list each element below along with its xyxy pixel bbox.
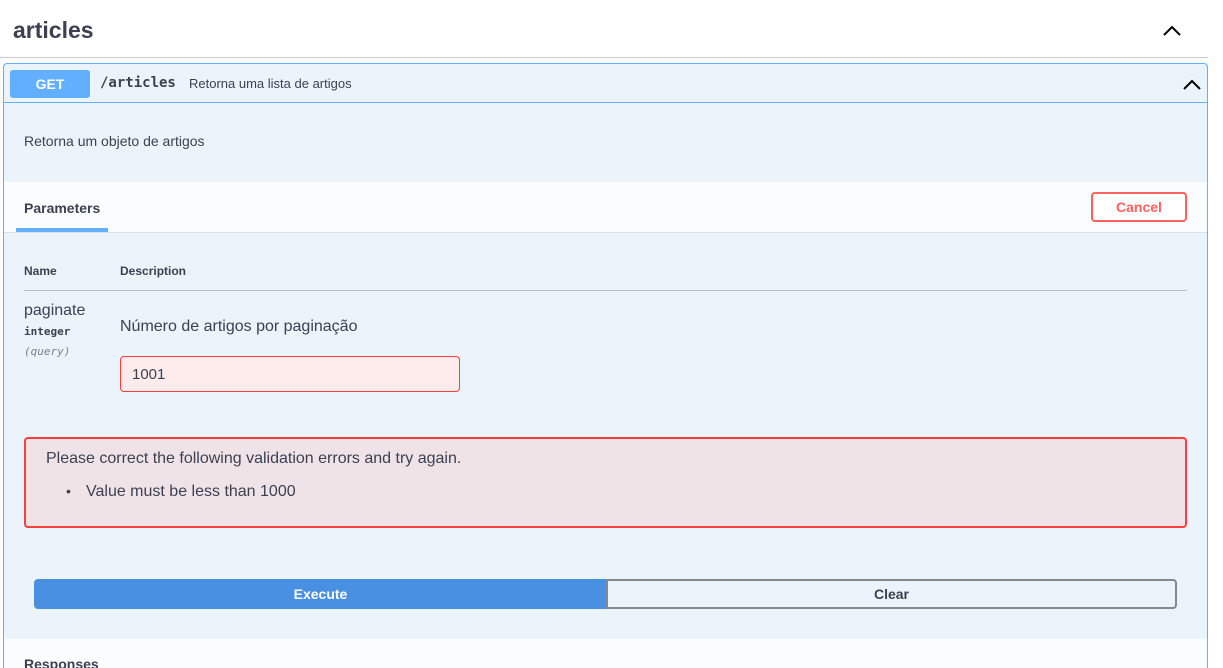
column-divider <box>24 290 1187 291</box>
chevron-up-icon[interactable] <box>1160 20 1184 42</box>
validation-error-item: Value must be less than 1000 <box>66 483 296 501</box>
tag-header[interactable]: articles <box>0 0 1208 58</box>
parameter-description: Número de artigos por paginação <box>120 318 358 335</box>
clear-button[interactable]: Clear <box>606 579 1177 609</box>
operation-summary-text: Retorna uma lista de artigos <box>189 76 352 91</box>
column-header-name: Name <box>24 264 57 278</box>
operation-block: GET /articles Retorna uma lista de artig… <box>3 63 1208 668</box>
cancel-button[interactable]: Cancel <box>1091 192 1187 222</box>
tab-underline <box>16 228 108 232</box>
tag-title: articles <box>13 17 94 43</box>
validation-errors-box: Please correct the following validation … <box>24 437 1187 528</box>
parameter-location: (query) <box>24 345 71 358</box>
parameter-type: integer <box>24 325 71 338</box>
tab-parameters[interactable]: Parameters <box>16 182 108 231</box>
paginate-input[interactable] <box>120 356 460 392</box>
validation-errors-title: Please correct the following validation … <box>46 450 462 467</box>
parameter-name: paginate <box>24 302 86 319</box>
operation-path: /articles <box>100 75 176 91</box>
operation-summary[interactable]: GET /articles Retorna uma lista de artig… <box>4 64 1207 103</box>
responses-label: Responses <box>24 656 99 668</box>
operation-description: Retorna um objeto de artigos <box>24 133 205 149</box>
parameters-header: Parameters Cancel <box>4 182 1207 233</box>
method-badge: GET <box>10 70 90 98</box>
execute-button[interactable]: Execute <box>34 579 607 609</box>
column-header-description: Description <box>120 264 187 278</box>
responses-header: Responses <box>4 639 1207 668</box>
validation-errors-list: Value must be less than 1000 <box>66 483 296 501</box>
chevron-up-icon[interactable] <box>1181 75 1203 93</box>
